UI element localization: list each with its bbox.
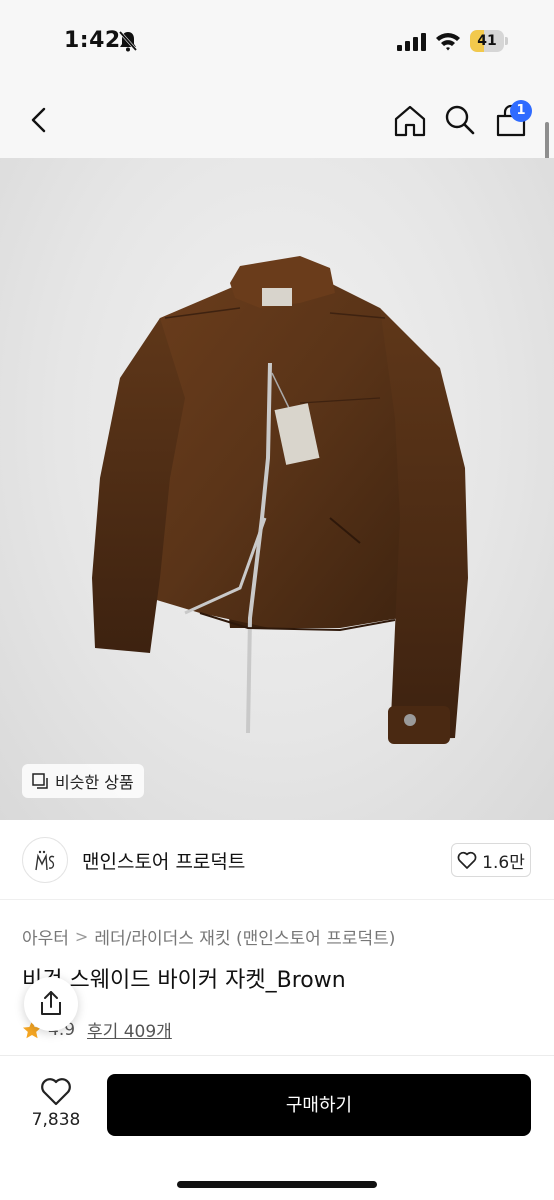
store-name[interactable]: 맨인스토어 프로덕트 (82, 847, 245, 874)
wishlist-heart-icon[interactable] (40, 1076, 72, 1106)
status-time: 1:42 (64, 28, 121, 53)
home-icon[interactable] (393, 104, 427, 138)
similar-products-label: 비슷한 상품 (55, 773, 134, 792)
battery-indicator: 41 (470, 30, 508, 52)
jacket-illustration (92, 256, 468, 744)
battery-level: 41 (477, 33, 497, 49)
wishlist-count: 7,838 (31, 1110, 81, 1130)
breadcrumb-subcategory[interactable]: 레더/라이더스 재킷 (맨인스토어 프로덕트) (94, 924, 395, 949)
copy-icon (32, 772, 48, 789)
product-image[interactable] (0, 158, 554, 820)
store-like-count: 1.6만 (482, 852, 525, 873)
wifi-icon (436, 33, 460, 51)
search-icon[interactable] (444, 104, 476, 136)
status-bar: 1:42 41 (0, 0, 554, 84)
home-indicator[interactable] (177, 1181, 377, 1188)
breadcrumb: 아우터 > 레더/라이더스 재킷 (맨인스토어 프로덕트) (22, 924, 395, 949)
similar-products-button[interactable]: 비슷한 상품 (22, 764, 144, 798)
heart-icon (457, 851, 477, 869)
store-like-button[interactable]: 1.6만 (451, 843, 531, 877)
store-row[interactable]: 맨인스토어 프로덕트 1.6만 (0, 820, 554, 900)
bell-off-icon (118, 31, 138, 52)
breadcrumb-separator: > (74, 927, 89, 946)
nav-bar (0, 84, 554, 158)
bottom-action-bar: 7,838 구매하기 (0, 1055, 554, 1200)
share-button[interactable] (24, 977, 78, 1031)
signal-icon (397, 33, 426, 51)
cart-count-badge: 1 (510, 100, 532, 122)
store-logo-mark (35, 850, 55, 871)
store-logo[interactable] (22, 837, 68, 883)
breadcrumb-category[interactable]: 아우터 (22, 924, 69, 949)
back-button[interactable] (24, 104, 56, 136)
share-icon (41, 991, 61, 1015)
buy-button[interactable]: 구매하기 (107, 1074, 531, 1136)
review-count-link[interactable]: 후기 409개 (87, 1017, 172, 1042)
